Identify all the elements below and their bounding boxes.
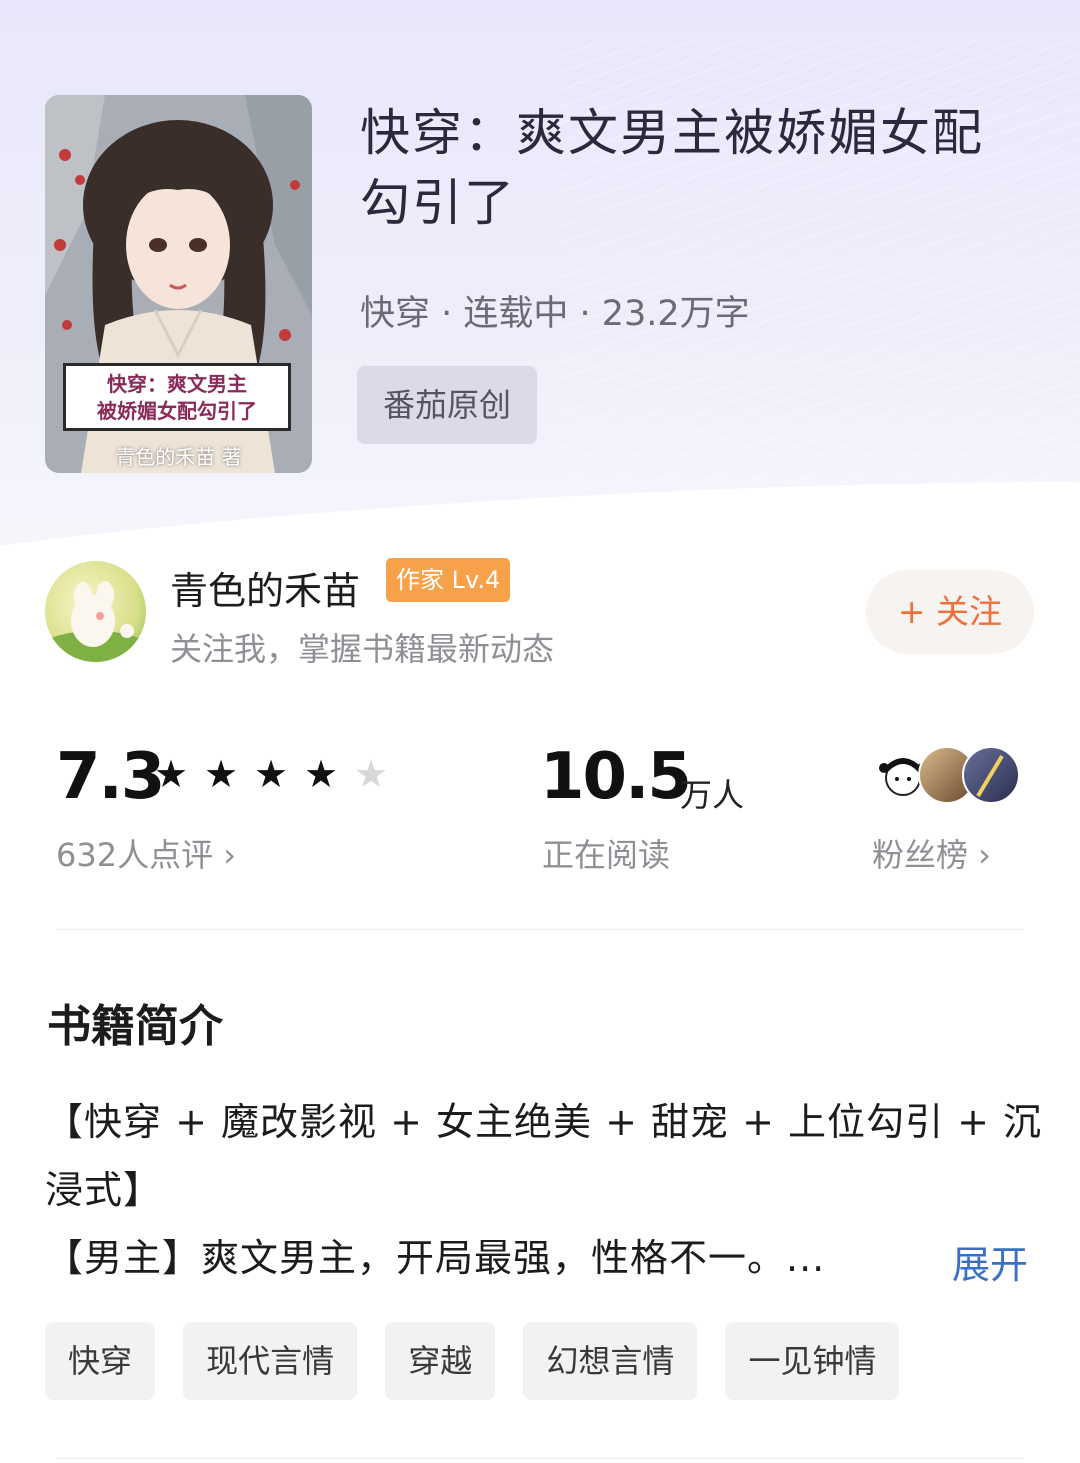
author-avatar[interactable] bbox=[45, 561, 146, 662]
rating-stars: ★ ★ ★ ★ ★ bbox=[154, 752, 404, 796]
tag-chip[interactable]: 穿越 bbox=[385, 1322, 496, 1400]
cover-title-label: 快穿：爽文男主 被娇媚女配勾引了 bbox=[63, 363, 291, 431]
book-meta: 快穿 · 连载中 · 23.2万字 bbox=[360, 294, 750, 334]
intro-line: 浸式】 bbox=[45, 1168, 163, 1212]
intro-heading: 书籍简介 bbox=[47, 1001, 223, 1052]
tags-divider bbox=[56, 1458, 1024, 1459]
tag-chip[interactable]: 一见钟情 bbox=[725, 1322, 900, 1400]
book-title: 快穿：爽文男主被娇媚女配勾引了 bbox=[360, 104, 984, 232]
reading-count-unit: 万人 bbox=[680, 776, 745, 814]
tag-chip[interactable]: 快穿 bbox=[45, 1322, 156, 1400]
star-filled-icon: ★ bbox=[154, 752, 189, 796]
star-empty-icon: ★ bbox=[354, 752, 389, 796]
follow-button[interactable]: + 关注 bbox=[866, 570, 1034, 654]
intro-text: 【快穿 + 魔改影视 + 女主绝美 + 甜宠 + 上位勾引 + 沉 浸式】 【男… bbox=[45, 1088, 1042, 1292]
rating-count-link[interactable]: 632人点评 › bbox=[56, 830, 236, 876]
reading-count-value: 10.5 bbox=[540, 740, 692, 814]
cover-label-line1: 快穿：爽文男主 bbox=[107, 372, 247, 396]
cover-label-line2: 被娇媚女配勾引了 bbox=[97, 399, 257, 423]
author-name[interactable]: 青色的禾苗 bbox=[170, 560, 360, 615]
tag-chip[interactable]: 现代言情 bbox=[183, 1322, 358, 1400]
origin-badge[interactable]: 番茄原创 bbox=[357, 366, 537, 444]
fan-avatar-3 bbox=[962, 746, 1020, 804]
fans-ranking-link[interactable]: 粉丝榜 › bbox=[872, 830, 991, 876]
stats-divider bbox=[56, 929, 1024, 930]
author-level-badge: 作家 Lv.4 bbox=[386, 558, 511, 602]
tag-list: 快穿 现代言情 穿越 幻想言情 一见钟情 bbox=[45, 1322, 922, 1400]
star-filled-icon: ★ bbox=[204, 752, 239, 796]
intro-line: 【男主】爽文男主，开局最强，性格不一。... bbox=[45, 1236, 826, 1280]
fan-avatars[interactable] bbox=[874, 746, 1024, 806]
star-filled-icon: ★ bbox=[254, 752, 289, 796]
author-avatar-image bbox=[45, 581, 146, 662]
reading-label: 正在阅读 bbox=[542, 836, 671, 874]
rating-value: 7.3 bbox=[56, 740, 165, 814]
expand-button[interactable]: 展开 bbox=[952, 1231, 1028, 1299]
intro-line: 【快穿 + 魔改影视 + 女主绝美 + 甜宠 + 上位勾引 + 沉 bbox=[45, 1100, 1042, 1144]
book-cover[interactable]: 快穿：爽文男主 被娇媚女配勾引了 青色的禾苗 著 bbox=[45, 95, 312, 473]
author-tip: 关注我，掌握书籍最新动态 bbox=[170, 630, 555, 668]
tag-chip[interactable]: 幻想言情 bbox=[523, 1322, 698, 1400]
cover-author-text: 青色的禾苗 著 bbox=[115, 445, 242, 469]
star-filled-icon: ★ bbox=[304, 752, 339, 796]
